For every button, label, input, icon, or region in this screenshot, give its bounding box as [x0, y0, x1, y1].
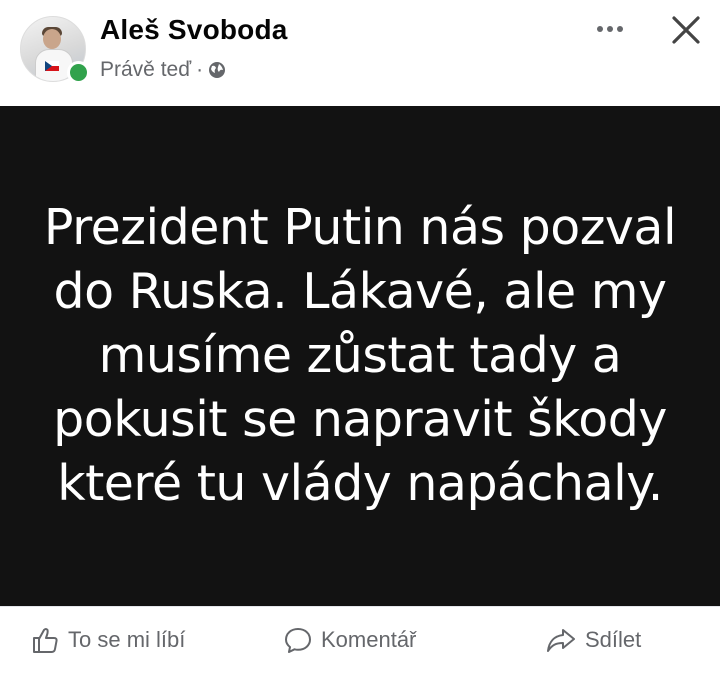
post-action-bar: To se mi líbí Komentář Sdílet [0, 606, 720, 681]
post-image[interactable]: Prezident Putin nás pozval do Ruska. Lák… [0, 106, 720, 606]
czech-flag-icon [45, 61, 59, 71]
meta-separator: · [196, 58, 204, 81]
comment-button[interactable]: Komentář [283, 625, 416, 655]
like-button[interactable]: To se mi líbí [30, 625, 185, 655]
thumbs-up-icon [33, 628, 58, 653]
comment-label: Komentář [321, 627, 417, 652]
post-timestamp[interactable]: Právě teď [100, 58, 191, 82]
share-button[interactable]: Sdílet [545, 625, 641, 655]
like-label: To se mi líbí [68, 627, 186, 652]
more-options-button[interactable] [588, 14, 632, 44]
share-label: Sdílet [585, 627, 642, 652]
share-icon [547, 629, 575, 652]
post-meta: Právě teď · [100, 58, 226, 82]
post-image-text: Prezident Putin nás pozval do Ruska. Lák… [43, 199, 677, 512]
globe-icon[interactable] [208, 61, 226, 79]
post-header: Aleš Svoboda Právě teď · [0, 0, 720, 106]
avatar[interactable] [20, 16, 90, 84]
close-icon[interactable] [666, 10, 706, 50]
author-name[interactable]: Aleš Svoboda [100, 14, 288, 46]
more-options-icon [597, 26, 603, 32]
online-status-indicator [67, 61, 90, 84]
comment-icon [285, 628, 311, 653]
